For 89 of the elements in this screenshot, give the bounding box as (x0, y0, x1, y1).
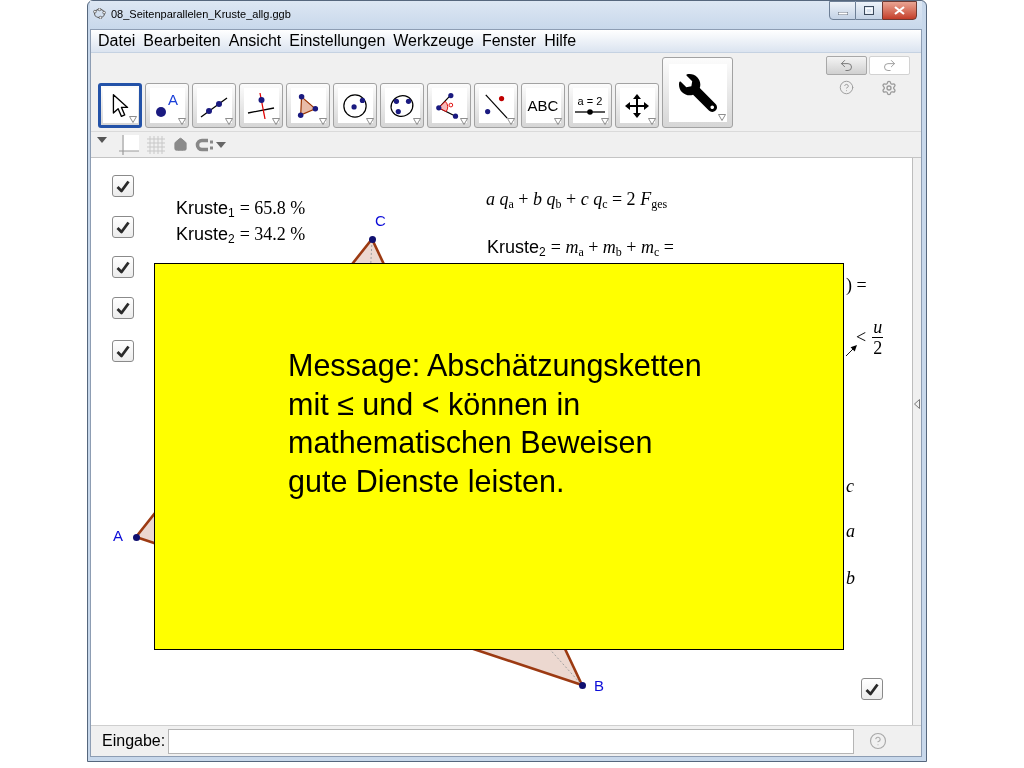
checkmark-icon (116, 301, 130, 315)
menu-item[interactable]: Hilfe (544, 31, 577, 51)
point-icon (579, 682, 586, 689)
arrow-icon (846, 345, 857, 356)
redo-icon (882, 58, 897, 73)
custom-tool-button[interactable] (662, 57, 733, 128)
checkmark-icon (116, 344, 130, 358)
slider-tool-button[interactable]: a = 2 (568, 83, 612, 128)
point-icon (156, 107, 166, 117)
menu-item[interactable]: Datei (98, 31, 136, 51)
menu-item[interactable]: Ansicht (228, 31, 282, 51)
dropdown-triangle-icon (366, 118, 374, 125)
dropdown-triangle-icon (460, 118, 468, 125)
checkbox[interactable] (112, 340, 134, 362)
move-view-tool-button[interactable] (615, 83, 659, 128)
angle-tool-button[interactable] (427, 83, 471, 128)
wrench-icon (678, 73, 717, 112)
formula-text: Kruste$_{2}$ = m$_{a}$ + m$_{b}$ + m$_{c}$ = (487, 236, 674, 259)
undo-icon (839, 58, 854, 73)
cursor-arrow-icon (111, 93, 129, 118)
window-title: 08_Seitenparallelen_Kruste_allg.ggb (111, 7, 291, 21)
dropdown-triangle-icon (718, 114, 726, 121)
close-button[interactable] (882, 1, 917, 20)
line-tool-button[interactable] (192, 83, 236, 128)
formula-text: ) = (846, 274, 867, 297)
formula-text: b (846, 567, 855, 590)
formula-text: a (846, 520, 855, 543)
text-tool-button[interactable]: ABC (521, 83, 565, 128)
point-label: B (594, 677, 604, 695)
caret-down-icon[interactable] (97, 137, 107, 143)
formula-text: a q$_{a}$ + b q$_{b}$ + c q$_{c}$ = 2 F$_{ges}$ (486, 188, 668, 211)
magnet-icon (195, 137, 214, 152)
dropdown-triangle-icon (129, 116, 137, 123)
menu-item[interactable]: Bearbeiten (143, 31, 221, 51)
point-icon (133, 534, 140, 541)
checkbox[interactable] (112, 175, 134, 197)
maximize-icon (864, 6, 874, 15)
dropdown-triangle-icon (648, 118, 656, 125)
dropdown-triangle-icon (601, 118, 609, 125)
maximize-button[interactable] (856, 1, 882, 20)
checkmark-icon (116, 260, 130, 274)
ellipse-logo-icon (93, 8, 106, 19)
point-label: A (113, 527, 123, 545)
circle-through-points-icon (389, 92, 415, 119)
checkbox[interactable] (861, 678, 883, 700)
slider-icon (575, 109, 605, 115)
dropdown-triangle-icon (272, 118, 280, 125)
checkmark-icon (116, 220, 130, 234)
minimize-button[interactable] (829, 1, 856, 20)
minimize-icon (837, 11, 848, 15)
dropdown-triangle-icon (319, 118, 327, 125)
circle-tool-button[interactable] (333, 83, 377, 128)
reflect-tool-button[interactable] (474, 83, 518, 128)
formula-text: Kruste$_{2}$ = 34.2 % (176, 223, 306, 246)
circle-through-points-tool-button[interactable] (380, 83, 424, 128)
menu-item[interactable]: Einstellungen (289, 31, 386, 51)
dropdown-triangle-icon (225, 118, 233, 125)
formula-text: Kruste$_{1}$ = 65.8 % (176, 197, 306, 220)
dropdown-triangle-icon (507, 118, 515, 125)
four-way-arrow-icon (625, 93, 649, 118)
point-tool-button[interactable]: A (145, 83, 189, 128)
close-icon (894, 6, 905, 15)
checkbox[interactable] (112, 297, 134, 319)
point-label: C (375, 212, 386, 230)
perpendicular-lines-icon (247, 91, 275, 120)
input-label: Eingabe: (102, 731, 166, 751)
line-with-points-icon (483, 92, 509, 119)
menu-item[interactable]: Fenster (481, 31, 537, 51)
triangle-polygon-icon (297, 92, 319, 119)
collapse-arrow-icon[interactable] (914, 399, 920, 409)
caret-down-icon (216, 141, 226, 148)
polygon-tool-button[interactable] (286, 83, 330, 128)
dropdown-triangle-icon (554, 118, 562, 125)
move-tool-button[interactable] (98, 83, 142, 128)
checkmark-icon (116, 179, 130, 193)
checkmark-icon (865, 682, 879, 696)
undo-button[interactable] (826, 56, 867, 75)
menu-item[interactable]: Werkzeuge (393, 31, 474, 51)
formula-text: c (846, 475, 854, 498)
perpendicular-tool-button[interactable] (239, 83, 283, 128)
dropdown-triangle-icon (178, 118, 186, 125)
dropdown-triangle-icon (413, 118, 421, 125)
point-icon (369, 236, 376, 243)
checkbox[interactable] (112, 256, 134, 278)
home-icon[interactable] (173, 137, 188, 152)
circle-with-center-icon (342, 92, 368, 119)
checkbox[interactable] (112, 216, 134, 238)
input-field[interactable] (168, 728, 855, 754)
message-text: Message: Abschätzungsketten mit ≤ und < können in mathematischen Beweisen gute Dienste leisten. (288, 347, 703, 501)
